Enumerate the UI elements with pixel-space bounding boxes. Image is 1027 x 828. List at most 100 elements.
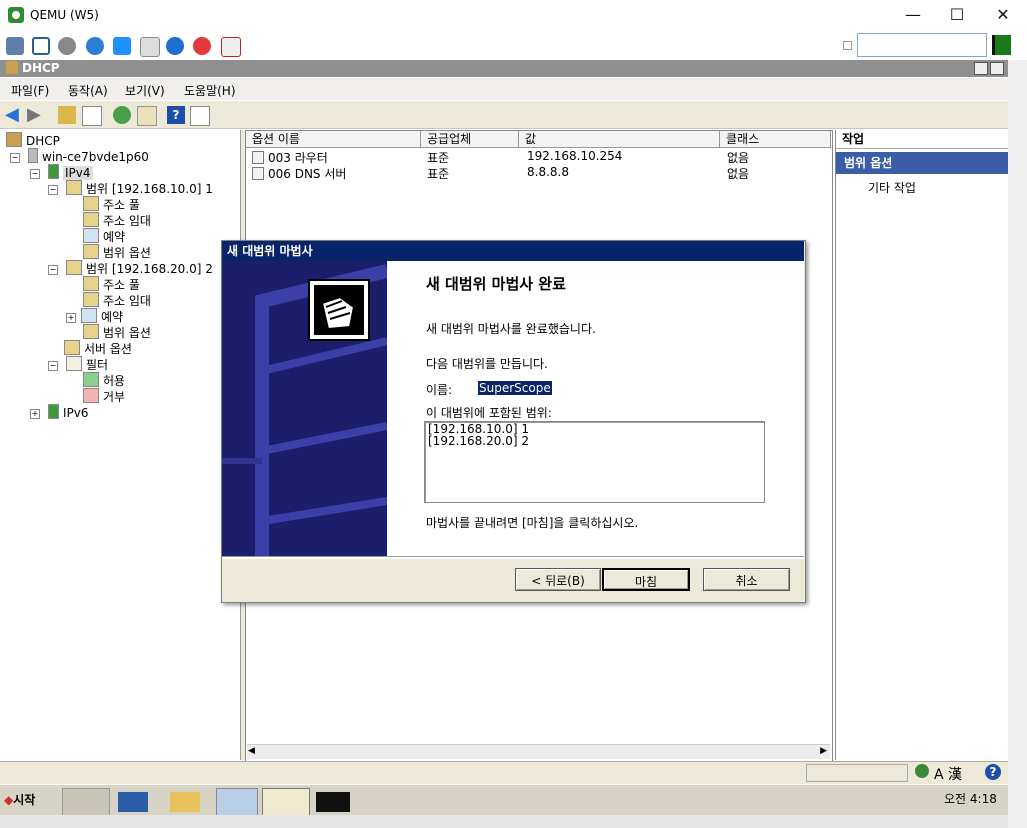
column-header-class[interactable]: 클래스: [720, 131, 831, 148]
windows-icon[interactable]: [113, 37, 131, 55]
qemu-vertical-scrollbar[interactable]: [1008, 60, 1027, 828]
start-button[interactable]: ◆시작: [4, 791, 50, 811]
forward-arrow-icon[interactable]: ▶: [27, 106, 45, 124]
taskbar-dhcp-button[interactable]: [262, 788, 310, 816]
scope-options-icon: [83, 324, 99, 339]
close-window-button[interactable]: ✕: [988, 4, 1018, 26]
qemu-search-input[interactable]: [857, 33, 987, 57]
table-row[interactable]: 003 라우터 표준 192.168.10.254 없음: [250, 149, 830, 165]
menu-view[interactable]: 보기(V): [125, 82, 165, 99]
tree-item-scope-options[interactable]: 범위 옵션: [83, 244, 151, 261]
keyboard-icon[interactable]: [140, 37, 160, 57]
tree-item-scope2[interactable]: − 범위 [192.168.20.0] 2: [48, 260, 213, 277]
table-row[interactable]: 006 DNS 서버 표준 8.8.8.8 없음: [250, 165, 830, 181]
tree-item-scope1[interactable]: − 범위 [192.168.10.0] 1: [48, 180, 213, 197]
finish-button[interactable]: 마침: [602, 568, 690, 591]
tree-item-server[interactable]: − win-ce7bvde1p60: [10, 148, 149, 164]
taskbar-server-manager-button[interactable]: [62, 788, 110, 816]
dhcp-app-icon: [6, 61, 18, 74]
collapse-icon[interactable]: −: [48, 361, 58, 371]
refresh-list-icon[interactable]: [113, 106, 131, 124]
address-leases-icon: [83, 212, 99, 227]
actions-section-scope-options[interactable]: 범위 옵션: [836, 152, 1016, 174]
refresh-icon[interactable]: [86, 37, 104, 55]
tree-item-ipv6[interactable]: + IPv6: [30, 404, 89, 420]
minimize-button[interactable]: —: [898, 4, 928, 26]
export-list-icon[interactable]: [137, 106, 157, 126]
tree-item-filters[interactable]: − 필터: [48, 356, 108, 373]
gear-icon[interactable]: [58, 37, 76, 55]
help-icon[interactable]: ?: [167, 106, 185, 124]
language-bar-icon[interactable]: [915, 764, 929, 778]
scope-options-icon: [83, 244, 99, 259]
tree-item-reservations[interactable]: 예약: [83, 228, 125, 245]
maximize-button[interactable]: ☐: [942, 4, 972, 26]
scroll-right-icon[interactable]: ▶: [820, 746, 827, 756]
tree-item-server-options[interactable]: 서버 옵션: [64, 340, 132, 357]
tree-item-scope-options[interactable]: 범위 옵션: [83, 324, 151, 341]
back-arrow-icon[interactable]: ◀: [5, 106, 23, 124]
stop-icon[interactable]: [193, 37, 211, 55]
column-header-vendor[interactable]: 공급업체: [421, 131, 519, 148]
checkbox-icon[interactable]: [843, 41, 852, 50]
qemu-horizontal-scrollbar[interactable]: [0, 815, 1008, 828]
server-icon: [28, 148, 38, 163]
mmc-restore-button[interactable]: [990, 62, 1004, 75]
menu-action[interactable]: 동작(A): [68, 82, 108, 99]
collapse-icon[interactable]: −: [48, 185, 58, 195]
help-icon[interactable]: ?: [985, 764, 1001, 780]
menu-help[interactable]: 도움말(H): [184, 82, 236, 99]
cancel-button[interactable]: 취소: [703, 568, 790, 591]
wizard-titlebar: 새 대범위 마법사: [222, 241, 804, 261]
folder-icon: [66, 180, 82, 195]
tree-item-dhcp[interactable]: DHCP: [6, 132, 60, 148]
ranges-list[interactable]: [192.168.10.0] 1 [192.168.20.0] 2: [424, 421, 765, 503]
tree-item-address-pool[interactable]: 주소 풀: [83, 196, 140, 213]
tree-item-deny[interactable]: 거부: [83, 388, 125, 405]
list-horizontal-scrollbar[interactable]: ◀ ▶: [247, 744, 830, 759]
expand-icon[interactable]: +: [66, 313, 76, 323]
list-item: [192.168.20.0] 2: [428, 434, 529, 448]
wizard-folder-icon: [308, 279, 370, 341]
wizard-banner: [222, 261, 387, 556]
column-header-value[interactable]: 값: [519, 131, 720, 148]
vm-settings-icon[interactable]: [6, 37, 24, 55]
more-actions-link[interactable]: 기타 작업: [868, 179, 916, 196]
collapse-icon[interactable]: −: [48, 265, 58, 275]
column-header-option-name[interactable]: 옵션 이름: [246, 131, 421, 148]
collapse-icon[interactable]: −: [30, 169, 40, 179]
menu-file[interactable]: 파일(F): [11, 82, 49, 99]
taskbar-app-button[interactable]: [216, 788, 258, 816]
tree-item-ipv4[interactable]: − IPv4: [30, 164, 93, 180]
address-pool-icon: [83, 276, 99, 291]
ime-mode-indicator[interactable]: A 漢: [934, 764, 962, 784]
superscope-name-value: SuperScope: [478, 381, 552, 395]
up-folder-icon[interactable]: [58, 106, 76, 124]
tree-item-allow[interactable]: 허용: [83, 372, 125, 389]
scroll-left-icon[interactable]: ◀: [248, 746, 255, 756]
screenshot-icon[interactable]: [221, 37, 241, 57]
mmc-title-text: DHCP: [22, 61, 60, 75]
actions-pane: [835, 130, 1009, 760]
wizard-finish-hint: 마법사를 끝내려면 [마침]을 클릭하십시오.: [426, 516, 639, 530]
taskbar-powershell-button[interactable]: [118, 792, 148, 812]
taskbar-cmd-button[interactable]: [316, 792, 350, 812]
wizard-separator: [222, 556, 804, 559]
back-button[interactable]: < 뒤로(B): [515, 568, 601, 591]
taskbar-explorer-button[interactable]: [170, 792, 200, 812]
tree-item-address-leases[interactable]: 주소 임대: [83, 292, 151, 309]
clock[interactable]: 오전 4:18: [944, 790, 997, 807]
dhcp-trophy-icon: [6, 132, 22, 147]
action-pane-toggle-icon[interactable]: [190, 106, 210, 126]
tree-item-address-leases[interactable]: 주소 임대: [83, 212, 151, 229]
info-icon[interactable]: [166, 37, 184, 55]
tree-item-reservations[interactable]: + 예약: [66, 308, 123, 325]
fullscreen-icon[interactable]: [32, 37, 50, 55]
actions-header: 작업: [836, 131, 1014, 149]
address-leases-icon: [83, 292, 99, 307]
show-hide-tree-icon[interactable]: [82, 106, 102, 126]
expand-icon[interactable]: +: [30, 409, 40, 419]
collapse-icon[interactable]: −: [10, 153, 20, 163]
tree-item-address-pool[interactable]: 주소 풀: [83, 276, 140, 293]
mmc-minimize-button[interactable]: [974, 62, 988, 75]
